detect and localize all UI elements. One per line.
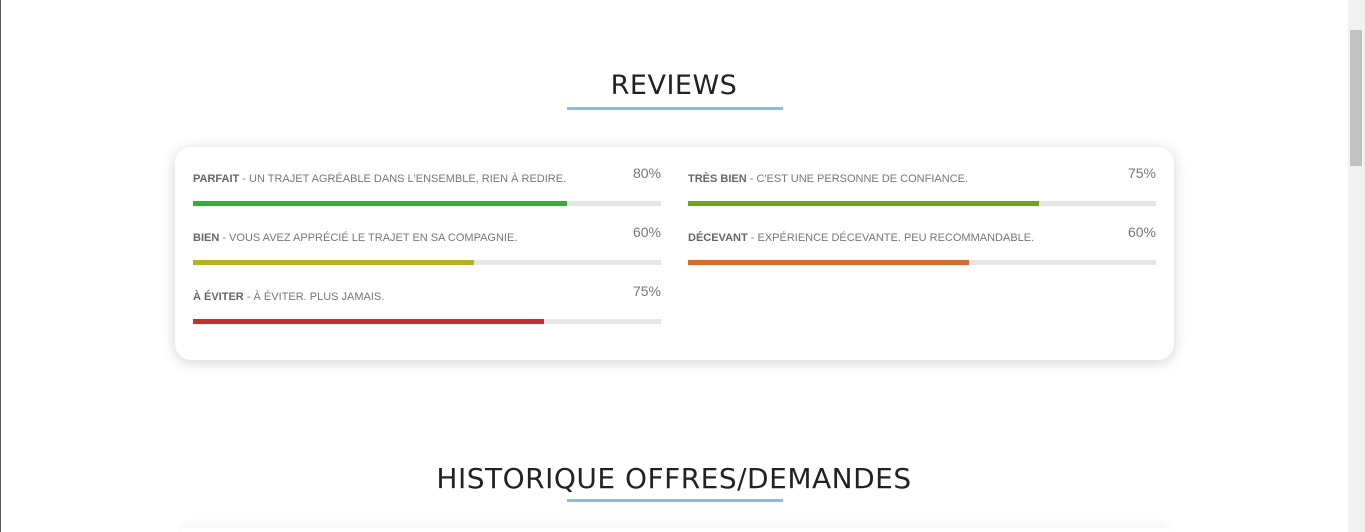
review-description: - VOUS AVEZ APPRÉCIÉ LE TRAJET EN SA COM… bbox=[219, 232, 518, 244]
review-name: PARFAIT bbox=[193, 173, 240, 185]
review-label: TRÈS BIEN - C'EST UNE PERSONNE DE CONFIA… bbox=[688, 173, 968, 185]
page: REVIEWS PARFAIT - UN TRAJET AGRÉABLE DAN… bbox=[0, 0, 1365, 532]
history-title: HISTORIQUE OFFRES/DEMANDES bbox=[436, 462, 912, 495]
history-card-top-edge bbox=[180, 528, 1170, 532]
reviews-title: REVIEWS bbox=[610, 70, 738, 101]
review-item-a-eviter: À ÉVITER - À ÉVITER. PLUS JAMAIS. 75% bbox=[193, 265, 661, 324]
progress-track bbox=[193, 319, 661, 324]
review-description: - C'EST UNE PERSONNE DE CONFIANCE. bbox=[746, 173, 969, 185]
progress-fill bbox=[193, 319, 544, 324]
review-percent: 60% bbox=[632, 224, 661, 240]
review-name: À ÉVITER bbox=[193, 291, 244, 303]
review-label: À ÉVITER - À ÉVITER. PLUS JAMAIS. bbox=[193, 291, 384, 303]
review-name: BIEN bbox=[193, 232, 220, 244]
review-name: DÉCEVANT bbox=[688, 232, 748, 244]
progress-track bbox=[688, 260, 1156, 265]
review-percent: 75% bbox=[1127, 165, 1156, 181]
review-item-tres-bien: TRÈS BIEN - C'EST UNE PERSONNE DE CONFIA… bbox=[688, 147, 1156, 206]
review-percent: 75% bbox=[632, 283, 661, 299]
review-description: - À ÉVITER. PLUS JAMAIS. bbox=[243, 291, 385, 303]
review-label: PARFAIT - UN TRAJET AGRÉABLE DANS L'ENSE… bbox=[193, 173, 566, 185]
review-label: BIEN - VOUS AVEZ APPRÉCIÉ LE TRAJET EN S… bbox=[193, 232, 517, 244]
review-percent: 60% bbox=[1127, 224, 1156, 240]
history-title-underline bbox=[567, 499, 783, 502]
review-name: TRÈS BIEN bbox=[688, 173, 747, 185]
review-description: - UN TRAJET AGRÉABLE DANS L'ENSEMBLE, RI… bbox=[239, 173, 567, 185]
reviews-card: PARFAIT - UN TRAJET AGRÉABLE DANS L'ENSE… bbox=[175, 147, 1174, 360]
review-description: - EXPÉRIENCE DÉCEVANTE. PEU RECOMMANDABL… bbox=[747, 232, 1035, 244]
progress-fill bbox=[688, 260, 969, 265]
vertical-scrollbar[interactable] bbox=[1348, 0, 1365, 532]
review-percent: 80% bbox=[632, 165, 661, 181]
scrollbar-thumb[interactable] bbox=[1350, 30, 1362, 166]
review-item-bien: BIEN - VOUS AVEZ APPRÉCIÉ LE TRAJET EN S… bbox=[193, 206, 661, 265]
review-item-parfait: PARFAIT - UN TRAJET AGRÉABLE DANS L'ENSE… bbox=[193, 147, 661, 206]
review-item-decevant: DÉCEVANT - EXPÉRIENCE DÉCEVANTE. PEU REC… bbox=[688, 206, 1156, 265]
reviews-title-underline bbox=[567, 107, 783, 110]
review-label: DÉCEVANT - EXPÉRIENCE DÉCEVANTE. PEU REC… bbox=[688, 232, 1034, 244]
